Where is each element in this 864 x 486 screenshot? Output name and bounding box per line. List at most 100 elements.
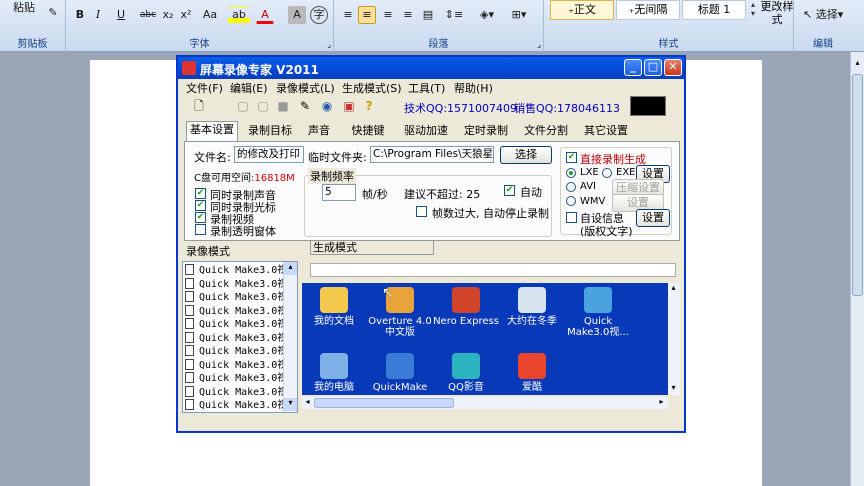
list-scroll-down-icon[interactable]: ▾ (284, 398, 297, 411)
web-icon[interactable]: ◉ (320, 99, 334, 113)
radio-exe[interactable] (602, 168, 612, 178)
tab-driver[interactable]: 驱动加速 (400, 123, 452, 141)
justify-icon[interactable]: ≡ (400, 6, 416, 24)
shading-icon[interactable]: ◈▾ (472, 6, 502, 24)
change-case-button[interactable]: Aa (198, 6, 222, 24)
line-spacing-icon[interactable]: ⇕≡ (442, 6, 466, 24)
tab-other[interactable]: 其它设置 (580, 123, 632, 141)
camera-icon[interactable]: ■ (276, 99, 290, 113)
char-shading-button[interactable]: A (288, 6, 306, 24)
align-center-icon[interactable]: ≡ (358, 6, 376, 24)
list-item[interactable]: Quick Make3.0视 (185, 385, 287, 399)
check-custom-info[interactable] (566, 212, 577, 223)
bold-button[interactable]: B (72, 6, 88, 24)
preview-hscrollbar[interactable]: ◂ ▸ (302, 397, 668, 409)
recording-list[interactable]: Quick Make3.0视 Quick Make3.0视 Quick Make3.… (182, 261, 298, 413)
menu-tools[interactable]: 工具(T) (408, 80, 445, 96)
tab-sound[interactable]: 声音 (302, 123, 336, 141)
preview-vscrollbar[interactable]: ▴ ▾ (668, 283, 680, 395)
list-item[interactable]: Quick Make3.0视 (185, 318, 287, 331)
menu-file[interactable]: 文件(F) (186, 80, 223, 96)
desktop-icon[interactable]: Nero Express (430, 287, 502, 327)
choose-button[interactable]: 选择 (500, 146, 552, 164)
menu-generate-mode[interactable]: 生成模式(S) (342, 80, 402, 96)
tab-hotkey[interactable]: 快捷键 (348, 123, 388, 141)
menu-record-mode[interactable]: 录像模式(L) (276, 80, 335, 96)
desktop-icon[interactable]: QQ影音 (430, 353, 502, 393)
frequency-input[interactable]: 5 (322, 184, 356, 201)
desktop-icon[interactable]: Quick Make3.0视... (562, 287, 634, 338)
list-item[interactable]: Quick Make3.0视 (185, 331, 287, 345)
italic-button[interactable]: I (90, 6, 106, 24)
pen-icon[interactable]: ✎ (298, 99, 312, 113)
strikethrough-button[interactable]: abc (138, 6, 158, 24)
style-heading-1[interactable]: 标题 1 (682, 0, 746, 20)
align-right-icon[interactable]: ≡ (380, 6, 396, 24)
title-bar[interactable]: 屏幕录像专家 V2011 _ □ ✕ (178, 57, 684, 79)
check-auto-stop[interactable] (416, 206, 427, 217)
tempdir-input[interactable]: C:\Program Files\天狼星 (370, 146, 494, 163)
save-icon[interactable]: ▢ (236, 99, 250, 113)
menu-help[interactable]: 帮助(H) (454, 80, 493, 96)
filename-input[interactable]: 的修改及打印 (234, 146, 304, 163)
change-styles-button[interactable]: 更改样式 (760, 0, 794, 26)
style-normal[interactable]: ₊正文 (550, 0, 614, 20)
maximize-button[interactable]: □ (644, 59, 662, 76)
check-direct-record[interactable]: ✔ (566, 152, 577, 163)
check-auto[interactable]: ✔ (504, 185, 515, 196)
tab-target[interactable]: 录制目标 (244, 123, 296, 141)
close-button[interactable]: ✕ (664, 59, 682, 76)
select-button[interactable]: ↖ 选择▾ (800, 6, 850, 24)
styles-more-icon[interactable]: ▴ ▾ (748, 0, 758, 30)
radio-wmv[interactable] (566, 196, 576, 206)
check-record-transparent[interactable] (195, 224, 206, 235)
list-scroll-up-icon[interactable]: ▴ (284, 262, 297, 275)
list-item[interactable]: Quick Make3.0视 (185, 399, 287, 412)
underline-button[interactable]: U (110, 6, 132, 24)
desktop-icon[interactable]: 我的文档 (302, 287, 370, 327)
list-item[interactable]: Quick Make3.0视 (185, 372, 287, 385)
desktop-icon[interactable]: Overture 4.0 中文版 (364, 287, 436, 338)
align-left-icon[interactable]: ≡ (340, 6, 356, 24)
preview-scroll-right-icon[interactable]: ▸ (656, 397, 667, 408)
subscript-button[interactable]: x₂ (160, 6, 176, 24)
help-icon[interactable]: ? (362, 99, 376, 113)
check-record-cursor[interactable]: ✔ (195, 200, 206, 211)
superscript-button[interactable]: x² (178, 6, 194, 24)
custom-info-settings-button[interactable]: 设置 (636, 209, 670, 227)
radio-lxe[interactable] (566, 168, 576, 178)
scroll-thumb[interactable] (852, 74, 863, 296)
list-item[interactable]: Quick Make3.0视 (185, 291, 287, 304)
list-scrollbar[interactable]: ▴ ▾ (283, 262, 297, 412)
vertical-scrollbar[interactable]: ▴ (850, 52, 864, 486)
scroll-up-icon[interactable]: ▴ (852, 58, 863, 70)
desktop-icon[interactable]: 大约在冬季 (496, 287, 568, 327)
tab-timer[interactable]: 定时录制 (460, 123, 512, 141)
list-item[interactable]: Quick Make3.0视 (185, 264, 287, 277)
radio-avi[interactable] (566, 182, 576, 192)
gift-icon[interactable]: ▣ (342, 99, 356, 113)
desktop-preview[interactable]: 我的文档 Overture 4.0 中文版 Nero Express 大约在冬季 Qui… (302, 283, 668, 395)
font-dialog-launcher-icon[interactable]: ⌟ (327, 40, 331, 49)
highlight-button[interactable]: ab (228, 6, 250, 24)
preview-scroll-left-icon[interactable]: ◂ (302, 397, 313, 408)
check-record-video[interactable]: ✔ (195, 212, 206, 223)
tab-basic[interactable]: 基本设置 (186, 121, 238, 141)
list-item[interactable]: Quick Make3.0视 (185, 345, 287, 358)
preview-scroll-down-icon[interactable]: ▾ (668, 383, 679, 394)
style-no-spacing[interactable]: ₊无间隔 (616, 0, 680, 20)
format-painter-icon[interactable]: ✎ (44, 4, 62, 22)
preview-scroll-up-icon[interactable]: ▴ (668, 283, 679, 294)
copy-icon[interactable]: ▢ (256, 99, 270, 113)
list-item[interactable]: Quick Make3.0视 (185, 304, 287, 318)
enclose-char-button[interactable]: 字 (310, 6, 328, 24)
borders-icon[interactable]: ⊞▾ (504, 6, 534, 24)
menu-edit[interactable]: 编辑(E) (230, 80, 268, 96)
tab-split[interactable]: 文件分割 (520, 123, 572, 141)
desktop-icon[interactable]: 我的电脑 (302, 353, 370, 393)
paragraph-dialog-launcher-icon[interactable]: ⌟ (537, 40, 541, 49)
list-item[interactable]: Quick Make3.0视 (185, 277, 287, 291)
desktop-icon[interactable]: 爱酷 (496, 353, 568, 393)
minimize-button[interactable]: _ (624, 59, 642, 76)
preview-hscroll-thumb[interactable] (314, 398, 454, 408)
